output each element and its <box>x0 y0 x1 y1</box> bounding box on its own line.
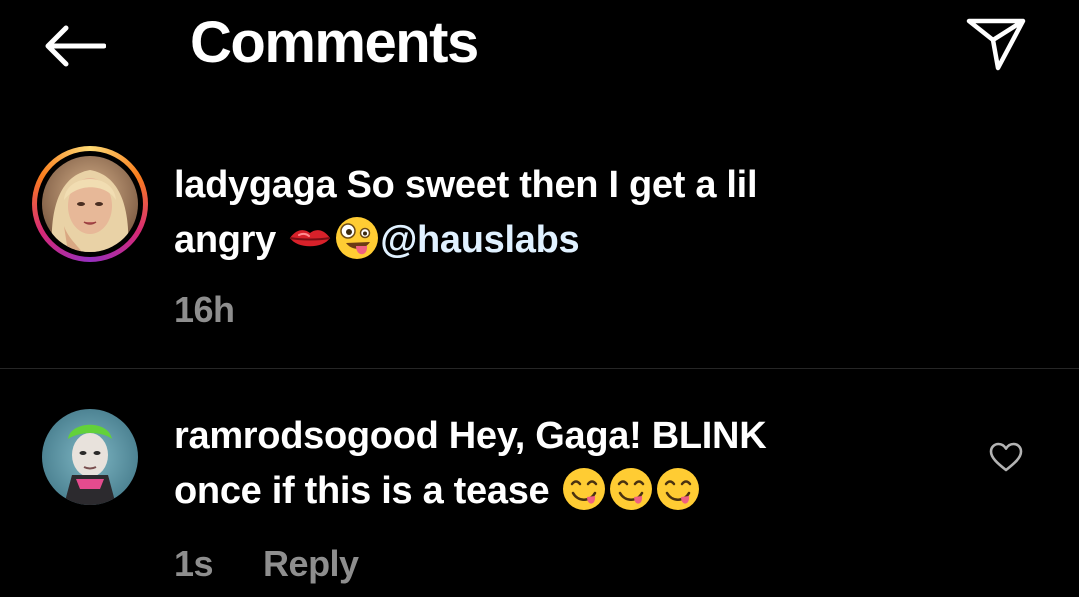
back-button[interactable] <box>38 18 110 74</box>
paper-plane-icon <box>966 18 1026 71</box>
comment-item: ladygaga So sweet then I get a lil angry… <box>0 140 1079 368</box>
like-button[interactable] <box>984 435 1028 479</box>
comment-text: ladygaga So sweet then I get a lil angry… <box>174 158 934 268</box>
comment-body-line2: once if this is a tease <box>174 470 550 512</box>
comment-body-line2: angry <box>174 219 276 261</box>
comment-timestamp: 1s <box>174 543 214 584</box>
comment-timestamp: 16h <box>174 289 235 330</box>
comment-text: ramrodsogood Hey, Gaga! BLINK once if th… <box>174 409 934 519</box>
page-title: Comments <box>190 10 479 75</box>
avatar[interactable] <box>42 409 138 505</box>
yum-face-emoji <box>656 468 699 510</box>
comment-body-line1: Hey, Gaga! BLINK <box>448 415 767 457</box>
comment-meta: 16h <box>174 288 285 332</box>
yum-face-emoji <box>609 468 652 510</box>
comment-item: ramrodsogood Hey, Gaga! BLINK once if th… <box>0 369 1079 597</box>
yum-face-emoji <box>562 468 605 510</box>
reply-button[interactable]: Reply <box>263 543 359 584</box>
share-button[interactable] <box>960 12 1032 76</box>
avatar[interactable] <box>42 156 138 252</box>
comment-username[interactable]: ramrodsogood <box>174 415 439 457</box>
comment-body-line1: So sweet then I get a lil <box>346 164 758 206</box>
zany-face-emoji <box>336 217 379 259</box>
comments-header: Comments <box>0 0 1079 100</box>
story-ring[interactable] <box>32 146 148 262</box>
mention-link[interactable]: @hauslabs <box>380 219 579 261</box>
comment-username[interactable]: ladygaga <box>174 164 337 206</box>
comment-meta: 1s Reply <box>174 542 409 586</box>
lips-emoji <box>290 230 331 247</box>
heart-outline-icon <box>989 442 1023 472</box>
arrow-left-icon <box>45 25 106 67</box>
